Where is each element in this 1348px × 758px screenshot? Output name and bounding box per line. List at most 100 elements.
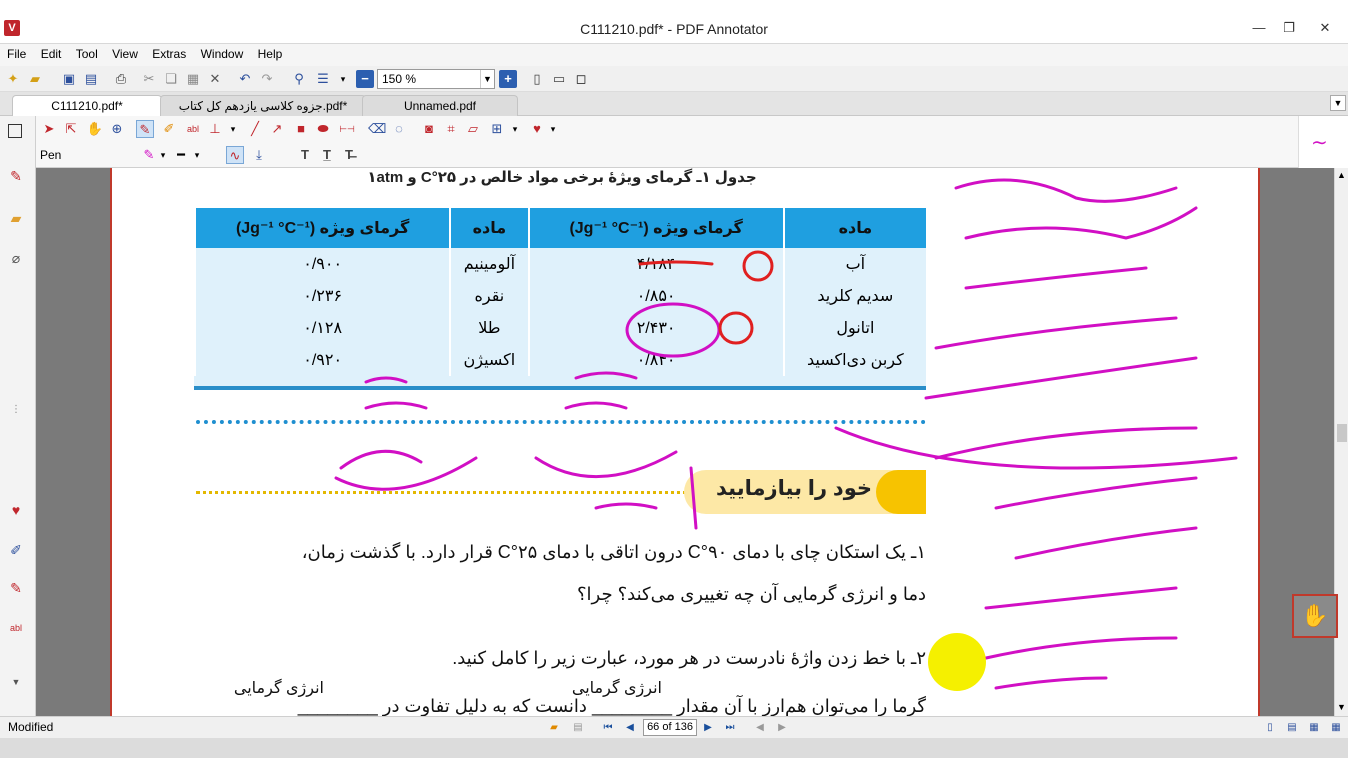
menu-file[interactable]: File: [3, 44, 30, 64]
save-icon[interactable]: ▣: [60, 70, 78, 88]
text-format-icon[interactable]: T: [296, 146, 314, 164]
stamp-dropdown-icon[interactable]: ▾: [224, 120, 242, 138]
favorite-pen-icon[interactable]: ✐: [6, 540, 26, 560]
panel-scroll-down-icon[interactable]: ▼: [6, 672, 26, 692]
scroll-down-icon[interactable]: ▼: [1337, 702, 1346, 712]
page-thumbnail-icon[interactable]: [8, 124, 22, 138]
arrow-icon[interactable]: ↗: [268, 120, 286, 138]
bookmarks-folder-icon[interactable]: ▰: [6, 208, 26, 228]
print-icon[interactable]: ⎙: [112, 70, 130, 88]
laser-pointer-dot: [928, 633, 986, 691]
maximize-button[interactable]: ❐: [1274, 18, 1304, 38]
delete-icon[interactable]: ✕: [206, 70, 224, 88]
tab-unnamed[interactable]: Unnamed.pdf: [362, 95, 518, 116]
next-page-icon[interactable]: ▶: [700, 720, 716, 735]
select-arrow-icon[interactable]: ➤: [40, 120, 58, 138]
ink-ethanol-notes: [334, 376, 478, 491]
highlighter-icon[interactable]: ✐: [160, 120, 178, 138]
smooth-stroke-icon[interactable]: ∿: [226, 146, 244, 164]
cut-icon[interactable]: ✂: [140, 70, 158, 88]
line-width-dropdown-icon[interactable]: ▾: [188, 146, 206, 164]
document-workspace[interactable]: جدول ۱ـ گرمای ویژهٔ برخی مواد خالص در ۲۵…: [36, 168, 1334, 716]
attachments-clip-icon[interactable]: ⌀: [6, 248, 26, 268]
fullscreen-icon[interactable]: ◻: [572, 70, 590, 88]
pen-color-dropdown-icon[interactable]: ▾: [154, 146, 172, 164]
ellipse-icon[interactable]: ⬬: [314, 120, 332, 138]
save-as-icon[interactable]: ▤: [82, 70, 100, 88]
single-page-view-icon[interactable]: ▯: [1262, 720, 1278, 735]
forward-icon[interactable]: ▶: [774, 720, 790, 735]
favorite-textbox-icon[interactable]: abl: [6, 618, 26, 638]
chevron-down-icon[interactable]: ▼: [480, 70, 494, 88]
undo-icon[interactable]: ↶: [236, 70, 254, 88]
minimize-button[interactable]: —: [1244, 18, 1274, 38]
tab-class-notes[interactable]: جزوه کلاسی یازدهم کل کتاب.pdf*: [160, 95, 366, 116]
line-icon[interactable]: ╱: [246, 120, 264, 138]
crop-icon[interactable]: ⌗: [442, 120, 460, 138]
last-page-icon[interactable]: ⏭: [722, 720, 738, 735]
open-folder-icon[interactable]: ▰: [546, 720, 562, 735]
single-page-icon[interactable]: ▯: [528, 70, 546, 88]
copy-icon[interactable]: ❏: [162, 70, 180, 88]
favorite-heart-icon[interactable]: ♥: [6, 500, 26, 520]
open-folder-icon[interactable]: ▰: [26, 70, 44, 88]
rectangle-icon[interactable]: ■: [292, 120, 310, 138]
menu-edit[interactable]: Edit: [37, 44, 66, 64]
zoom-select[interactable]: 150 % ▼: [377, 69, 495, 89]
ink-note-line-1: [954, 178, 1178, 203]
recent-docs-icon[interactable]: ▤: [570, 720, 586, 735]
first-page-icon[interactable]: ⏮: [600, 720, 616, 735]
find-icon[interactable]: ⚲: [290, 70, 308, 88]
scroll-thumb[interactable]: [1337, 424, 1347, 442]
select-text-icon[interactable]: ⇱: [62, 120, 80, 138]
pen-tool-icon[interactable]: ✎: [136, 120, 154, 138]
zoom-tool-icon[interactable]: ⊕: [108, 120, 126, 138]
ink-water-notes: [534, 371, 698, 530]
menu-tool[interactable]: Tool: [72, 44, 102, 64]
ruler-icon[interactable]: ▱: [464, 120, 482, 138]
redo-icon[interactable]: ↷: [258, 70, 276, 88]
scroll-up-icon[interactable]: ▲: [1337, 170, 1346, 180]
continuous-view-icon[interactable]: ▤: [1284, 720, 1300, 735]
status-bar: Modified ▰ ▤ ⏮ ◀ 66 of 136 ▶ ⏭ ◀ ▶ ▯ ▤ ▦…: [0, 716, 1348, 738]
favorites-dropdown-icon[interactable]: ▾: [544, 120, 562, 138]
facing-view-icon[interactable]: ▦: [1306, 720, 1322, 735]
hand-tool-floating-button[interactable]: ✋: [1292, 594, 1338, 638]
previous-page-icon[interactable]: ◀: [622, 720, 638, 735]
text-box-icon[interactable]: abl: [184, 120, 202, 138]
text-strike-icon[interactable]: T̶: [340, 146, 358, 164]
page-number-field[interactable]: 66 of 136: [643, 719, 697, 736]
menu-window[interactable]: Window: [197, 44, 248, 64]
stamp-icon[interactable]: ⊥: [206, 120, 224, 138]
text-underline-icon[interactable]: T̲: [318, 146, 336, 164]
insert-dropdown-icon[interactable]: ▾: [506, 120, 524, 138]
new-file-icon[interactable]: ✦: [4, 70, 22, 88]
panel-splitter-icon[interactable]: ⋮: [6, 400, 26, 420]
menu-extras[interactable]: Extras: [148, 44, 190, 64]
circle-mark-1: [742, 250, 774, 282]
insert-image-icon[interactable]: ⊞: [488, 120, 506, 138]
annotations-pen-icon[interactable]: ✎: [6, 166, 26, 186]
close-button[interactable]: ✕: [1310, 18, 1340, 38]
zoom-in-icon[interactable]: +: [499, 70, 517, 88]
list-dropdown-icon[interactable]: ▾: [334, 70, 352, 88]
menu-view[interactable]: View: [108, 44, 142, 64]
zoom-out-icon[interactable]: −: [356, 70, 374, 88]
favorite-marker-icon[interactable]: ✎: [6, 578, 26, 598]
lasso-icon[interactable]: ◌: [390, 120, 408, 138]
fit-page-icon[interactable]: ▭: [550, 70, 568, 88]
current-tool-label: Pen: [40, 148, 62, 162]
continuous-facing-view-icon[interactable]: ▦: [1328, 720, 1344, 735]
measure-icon[interactable]: ⊢⊣: [338, 120, 356, 138]
eraser-icon[interactable]: ⌫: [368, 120, 386, 138]
ink-annotations[interactable]: [36, 168, 1334, 716]
menu-help[interactable]: Help: [254, 44, 287, 64]
tabs-menu-icon[interactable]: ▼: [1330, 95, 1346, 111]
hand-tool-icon[interactable]: ✋: [86, 120, 104, 138]
list-view-icon[interactable]: ☰: [314, 70, 332, 88]
back-icon[interactable]: ◀: [752, 720, 768, 735]
paste-icon[interactable]: ▦: [184, 70, 202, 88]
camera-icon[interactable]: ◙: [420, 120, 438, 138]
tab-c111210[interactable]: C111210.pdf*: [12, 95, 162, 116]
straight-stroke-icon[interactable]: ⤓: [250, 146, 268, 164]
